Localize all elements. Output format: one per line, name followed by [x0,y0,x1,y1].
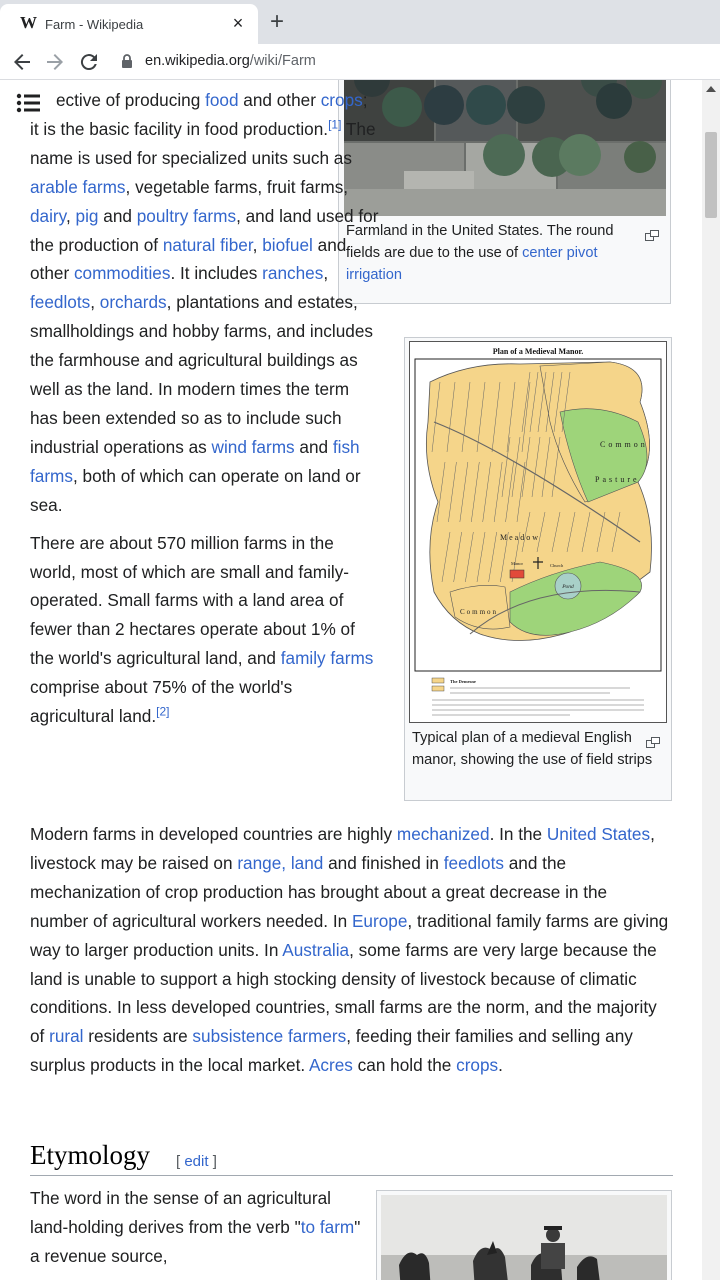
menu-icon[interactable] [16,92,40,114]
page-viewport: Farmland in the United States. The round… [0,80,702,1280]
united-states-link[interactable]: United States [547,824,650,844]
browser-toolbar: en.wikipedia.org/wiki/Farm [0,44,720,80]
text: , [65,205,76,226]
text: , [323,263,329,284]
forward-icon[interactable] [43,50,67,74]
tab-bar: W Farm - Wikipedia × + [0,0,720,44]
plus-icon[interactable]: + [266,10,288,34]
url-path: /wiki/Farm [249,53,316,69]
pig-link[interactable]: pig [76,206,99,226]
subsistence-farmers-link[interactable]: subsistence farmers [192,1026,346,1046]
crops-link[interactable]: crops [456,1055,498,1075]
horses-figure [376,1190,672,1280]
natural-fiber-link[interactable]: natural fiber [163,235,253,255]
wikipedia-favicon-icon: W [20,13,37,32]
farmland-figure: Farmland in the United States. The round… [338,80,671,304]
australia-link[interactable]: Australia [282,940,349,960]
text: ective of producing [56,90,206,110]
map-label-manor: Manor [511,561,523,566]
edit-label: edit [184,1153,209,1170]
map-title: Plan of a Medieval Manor. [493,347,584,356]
biofuel-link[interactable]: biofuel [262,235,313,255]
text: The word in the sense of an agricultural… [30,1188,331,1237]
manor-caption: Typical plan of a medieval English manor… [412,730,653,768]
europe-link[interactable]: Europe [352,911,407,931]
horses-photo-image[interactable] [381,1195,667,1280]
text: and other [238,90,321,110]
food-link[interactable]: food [205,90,238,110]
text: , vegetable farms, fruit farms, [125,176,349,197]
enlarge-icon[interactable] [646,728,660,748]
map-label-church: Church [550,563,564,568]
browser-tab[interactable]: W Farm - Wikipedia × [0,4,258,44]
orchards-link[interactable]: orchards [100,292,167,312]
enlarge-icon[interactable] [645,221,659,241]
text: , [90,292,100,313]
map-label-common-lower: Common [460,608,498,616]
text: and finished in [323,852,444,873]
etymology-section: The word in the sense of an agricultural… [30,1184,370,1280]
lead-paragraph-2: There are about 570 million farms in the… [30,529,380,731]
farmland-aerial-image[interactable] [344,80,666,216]
map-label-pond: Pond [561,584,574,590]
text: . In the [489,824,547,844]
section-title: Etymology [30,1140,150,1170]
close-icon[interactable]: × [230,14,246,32]
text: . It includes [170,263,263,284]
map-legend-title: The Demesne [450,679,476,684]
text: , plantations and estates, smallholdings… [30,292,373,457]
etymology-paragraph: The word in the sense of an agricultural… [30,1184,370,1271]
lead-section: ective of producing food and other crops… [30,86,380,740]
lead-paragraph-1: ective of producing food and other crops… [30,86,380,520]
dairy-link[interactable]: dairy [30,206,66,226]
map-label-pasture: Pasture [595,475,640,484]
crops-link[interactable]: crops [321,90,363,110]
tab-title: Farm - Wikipedia [45,17,144,32]
wind-farms-link[interactable]: wind farms [212,437,295,457]
page-scrollbar[interactable] [702,80,720,1280]
mechanized-link[interactable]: mechanized [397,824,490,844]
acres-link[interactable]: Acres [309,1055,353,1075]
feedlots-link[interactable]: feedlots [444,853,504,873]
edit-section-link[interactable]: [ edit ] [176,1148,217,1177]
back-icon[interactable] [10,50,34,74]
feedlots-link[interactable]: feedlots [30,292,90,312]
lead-paragraph-3: Modern farms in developed countries are … [30,820,670,1080]
to-farm-link[interactable]: to farm [301,1217,354,1237]
text: , [252,234,263,255]
text: . [498,1055,503,1076]
text: , both of which can operate on land or s… [30,465,361,515]
reference-2-link[interactable]: [2] [156,704,169,718]
lock-icon[interactable] [120,53,134,69]
scrollbar-thumb[interactable] [705,132,717,218]
arable-farms-link[interactable]: arable farms [30,177,126,197]
text: Modern farms in developed countries are … [30,824,397,844]
family-farms-link[interactable]: family farms [281,648,374,668]
text: comprise about 75% of the world's agricu… [30,677,293,727]
text: can hold the [352,1055,457,1076]
map-label-common: Common [600,440,648,449]
scroll-up-arrow-icon[interactable] [706,86,716,92]
text: and [98,205,137,226]
map-label-meadow: Meadow [500,533,540,542]
etymology-heading: Etymology [ edit ] [30,1134,673,1176]
url-domain: en.wikipedia.org [145,53,250,69]
rural-link[interactable]: rural [49,1026,83,1046]
reference-1-link[interactable]: [1] [328,117,341,131]
commodities-link[interactable]: commodities [74,263,170,283]
poultry-farms-link[interactable]: poultry farms [137,206,236,226]
text: and [294,436,333,457]
address-bar[interactable]: en.wikipedia.org/wiki/Farm [145,53,316,69]
bracket: ] [208,1153,217,1170]
range-land-link[interactable]: range, land [237,853,323,873]
reload-icon[interactable] [77,50,101,74]
modern-farms-section: Modern farms in developed countries are … [30,820,670,1080]
manor-map-image[interactable]: Plan of a Medieval Manor. Pond Manor Chu… [409,341,667,723]
manor-figure: Plan of a Medieval Manor. Pond Manor Chu… [404,337,672,801]
ranches-link[interactable]: ranches [262,263,323,283]
farmland-caption: Farmland in the United States. The round… [346,220,646,286]
text: residents are [83,1026,193,1047]
